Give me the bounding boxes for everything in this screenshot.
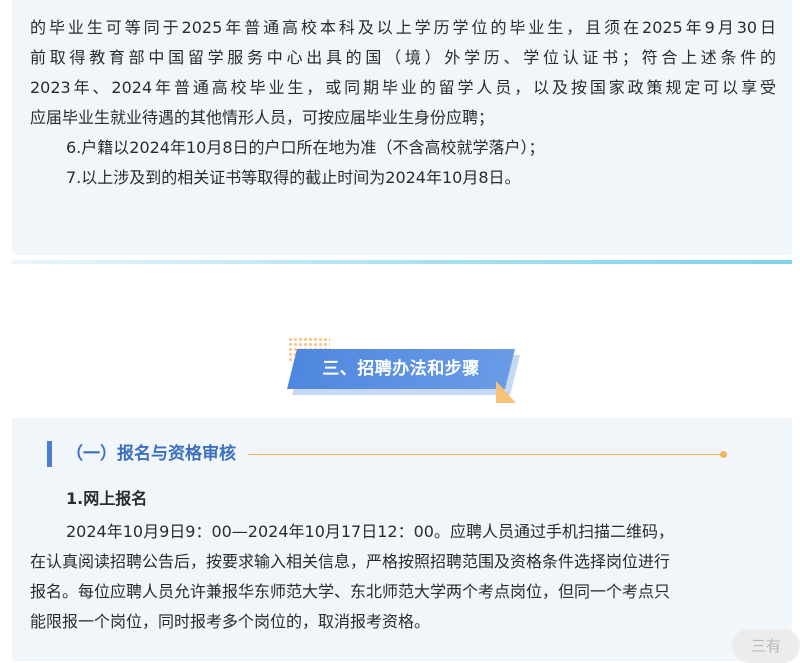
requirements-line: 前取得教育部中国留学服务中心出具的国（境）外学历、学位认证书；符合上述条件的 — [30, 48, 776, 67]
subsection-divider-dot — [720, 451, 727, 458]
step-paragraph: 2024年10月9日9：00—2024年10月17日12：00。应聘人员通过手机… — [30, 517, 776, 637]
step-line: 在认真阅读招聘公告后，按要求输入相关信息，严格按照招聘范围及资格条件选择岗位进行 — [30, 552, 671, 571]
requirements-line: 2023年、2024年普通高校毕业生，或同期毕业的留学人员，以及按国家政策规定可… — [30, 78, 776, 97]
banner-corner-triangle — [496, 381, 516, 403]
requirements-paragraph: 的毕业生可等同于2025年普通高校本科及以上学历学位的毕业生，且须在2025年9… — [30, 13, 776, 193]
subsection-marker-bar — [47, 441, 52, 467]
subsection-divider-line — [248, 454, 722, 455]
section-title: 三、招聘办法和步骤 — [322, 359, 480, 379]
step-line: 2024年10月9日9：00—2024年10月17日12：00。应聘人员通过手机… — [66, 522, 674, 541]
watermark-badge: 三有 — [732, 629, 800, 663]
requirement-item-7: 7.以上涉及到的相关证书等取得的截止时间为2024年10月8日。 — [66, 168, 521, 187]
step-title: 1.网上报名 — [66, 489, 148, 508]
requirements-line: 应届毕业生就业待遇的其他情形人员，可按应届毕业生身份应聘； — [30, 108, 495, 127]
requirements-line: 的毕业生可等同于2025年普通高校本科及以上学历学位的毕业生，且须在2025年9… — [30, 18, 776, 37]
step-line: 报名。每位应聘人员允许兼报华东师范大学、东北师范大学两个考点岗位，但同一个考点只 — [30, 582, 671, 601]
subsection-title: （一）报名与资格审核 — [66, 444, 236, 464]
card-bottom-accent-line — [12, 260, 792, 264]
step-line: 能限报一个岗位，同时报考多个岗位的，取消报考资格。 — [30, 612, 431, 631]
requirement-item-6: 6.户籍以2024年10月8日的户口所在地为准（不含高校就学落户）； — [66, 138, 545, 157]
